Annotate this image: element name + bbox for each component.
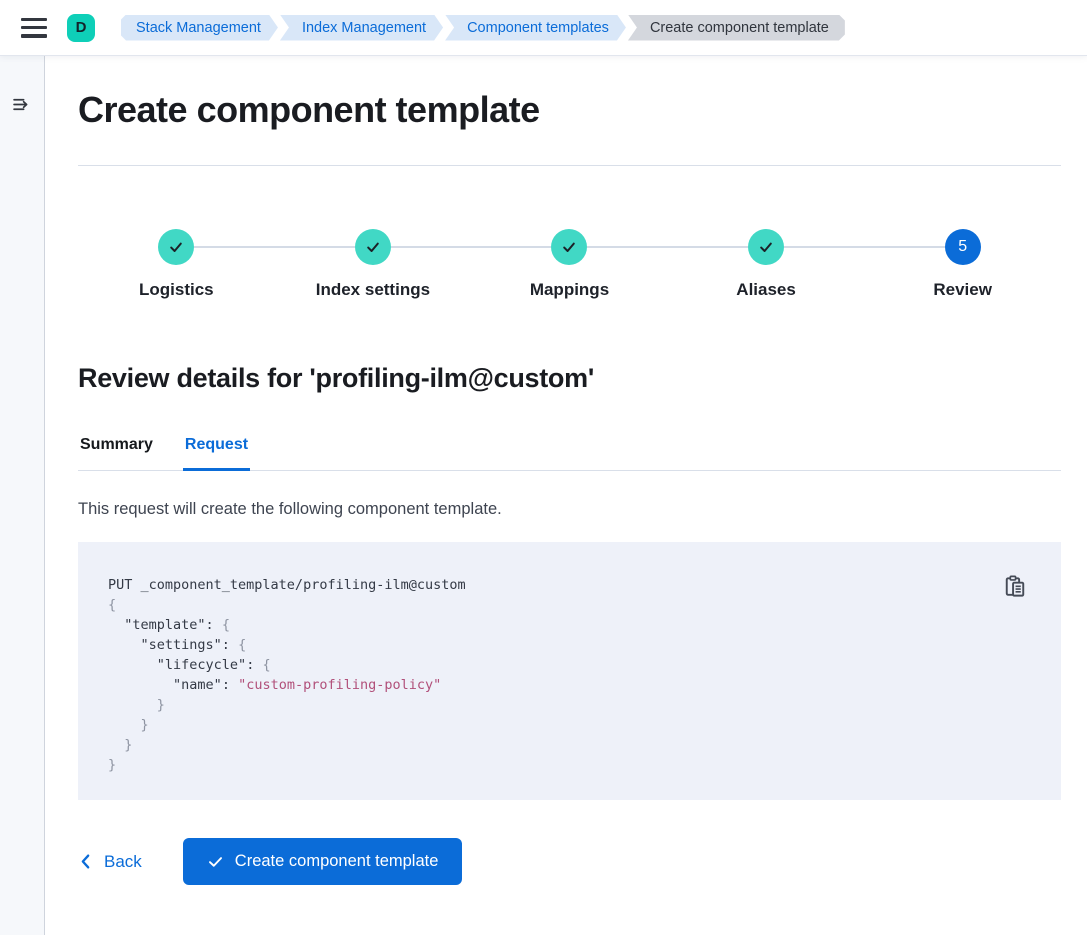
- top-header: D Stack Management Index Management Comp…: [0, 0, 1087, 55]
- step-aliases[interactable]: Aliases: [668, 229, 865, 301]
- collapsed-nav-rail: [0, 55, 45, 935]
- check-icon: [365, 239, 381, 255]
- code-line: }: [108, 755, 1031, 775]
- chevron-left-icon: [78, 853, 93, 870]
- step-index-settings[interactable]: Index settings: [275, 229, 472, 301]
- code-line: }: [108, 715, 1031, 735]
- code-line: "settings": {: [108, 635, 1031, 655]
- title-divider: [78, 165, 1061, 166]
- breadcrumb-current-page: Create component template: [628, 15, 845, 41]
- menu-hamburger-icon[interactable]: [21, 18, 47, 38]
- request-code-block: PUT _component_template/profiling-ilm@cu…: [78, 542, 1061, 800]
- expand-menu-icon[interactable]: [12, 96, 31, 116]
- back-button[interactable]: Back: [78, 852, 142, 872]
- step-label: Logistics: [139, 279, 214, 301]
- code-line: }: [108, 695, 1031, 715]
- code-line: PUT _component_template/profiling-ilm@cu…: [108, 575, 1031, 595]
- create-button-label: Create component template: [235, 852, 439, 871]
- tab-summary[interactable]: Summary: [78, 435, 155, 471]
- check-icon: [758, 239, 774, 255]
- request-description: This request will create the following c…: [78, 497, 1061, 521]
- breadcrumb-component-templates[interactable]: Component templates: [445, 15, 626, 41]
- check-icon: [168, 239, 184, 255]
- code-line: "lifecycle": {: [108, 655, 1031, 675]
- step-complete-circle: [158, 229, 194, 265]
- step-logistics[interactable]: Logistics: [78, 229, 275, 301]
- step-label: Mappings: [530, 279, 609, 301]
- page-content: Create component template Logistics In: [45, 55, 1087, 935]
- code-line: "template": {: [108, 615, 1031, 635]
- wizard-actions: Back Create component template: [78, 838, 1061, 885]
- back-button-label: Back: [104, 852, 142, 872]
- step-review[interactable]: 5 Review: [864, 229, 1061, 301]
- check-icon: [561, 239, 577, 255]
- check-icon: [207, 853, 224, 870]
- step-label: Index settings: [316, 279, 430, 301]
- breadcrumb-stack-management[interactable]: Stack Management: [121, 15, 278, 41]
- copy-to-clipboard-icon[interactable]: [1004, 575, 1026, 597]
- step-mappings[interactable]: Mappings: [471, 229, 668, 301]
- wizard-stepper: Logistics Index settings Mappings: [78, 229, 1061, 301]
- review-heading: Review details for 'profiling-ilm@custom…: [78, 361, 1061, 395]
- create-component-template-button[interactable]: Create component template: [183, 838, 463, 885]
- tab-request[interactable]: Request: [183, 435, 250, 471]
- code-line: {: [108, 595, 1031, 615]
- page-title: Create component template: [78, 88, 1061, 132]
- code-line: "name": "custom-profiling-policy": [108, 675, 1031, 695]
- code-line: }: [108, 735, 1031, 755]
- breadcrumb: Stack Management Index Management Compon…: [121, 15, 845, 41]
- step-complete-circle: [355, 229, 391, 265]
- main-row: Create component template Logistics In: [0, 55, 1087, 935]
- deployment-avatar[interactable]: D: [67, 14, 95, 42]
- code-content: PUT _component_template/profiling-ilm@cu…: [108, 575, 1031, 775]
- review-tabs: Summary Request: [78, 435, 1061, 471]
- breadcrumb-index-management[interactable]: Index Management: [280, 15, 443, 41]
- step-complete-circle: [551, 229, 587, 265]
- step-complete-circle: [748, 229, 784, 265]
- step-label: Review: [933, 279, 992, 301]
- step-current-circle: 5: [945, 229, 981, 265]
- step-label: Aliases: [736, 279, 796, 301]
